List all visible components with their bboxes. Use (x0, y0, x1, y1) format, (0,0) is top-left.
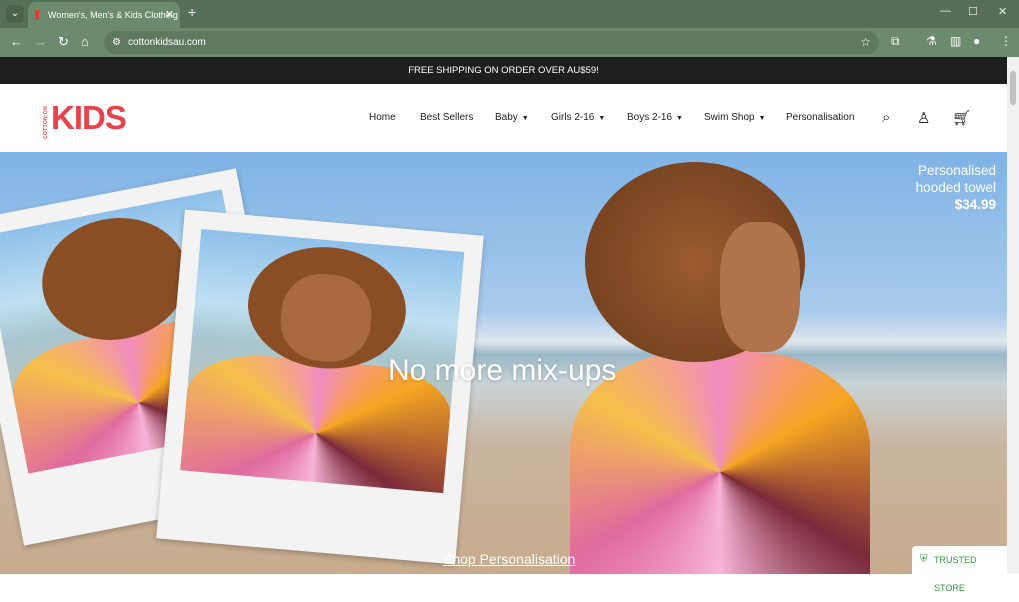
shop-personalisation-link[interactable]: Shop Personalisation (443, 551, 575, 567)
nav-baby[interactable]: Baby ▼ (495, 112, 529, 123)
promo-bar: FREE SHIPPING ON ORDER OVER AU$59! (0, 57, 1007, 84)
maximize-button[interactable]: ☐ (968, 5, 978, 18)
menu-icon[interactable]: ⋮ (1000, 34, 1012, 48)
nav-label: Baby (495, 112, 518, 123)
product-name-line1: Personalised (917, 163, 996, 178)
product-price: $34.99 (954, 197, 996, 212)
hero-banner[interactable]: No more mix-ups Personalised hooded towe… (0, 152, 1007, 574)
address-bar[interactable]: ⚙ cottonkidsau.com ☆ (104, 31, 879, 54)
reload-icon[interactable]: ↻ (58, 34, 69, 50)
nav-girls[interactable]: Girls 2-16 ▼ (551, 112, 605, 123)
nav-label: Boys 2-16 (627, 112, 673, 123)
logo-small-text: COTTON:ON (43, 106, 49, 139)
url-text: cottonkidsau.com (128, 37, 206, 48)
minimize-button[interactable]: — (940, 5, 951, 17)
caret-down-icon: ▼ (758, 115, 766, 122)
cart-icon[interactable]: 🛒︎ (952, 109, 971, 127)
hero-headline: No more mix-ups (388, 354, 617, 387)
nav-boys[interactable]: Boys 2-16 ▼ (627, 112, 683, 123)
profile-icon[interactable]: ● (973, 34, 980, 48)
browser-chrome: ⌄ Women's, Men's & Kids Clothing ✕ + — ☐… (0, 0, 1019, 57)
site-header: COTTON:ON KIDS Home Best Sellers Baby ▼ G… (0, 84, 1007, 152)
forward-icon[interactable]: → (34, 34, 47, 49)
labs-icon[interactable]: ⚗ (926, 34, 937, 48)
nav-home[interactable]: Home (369, 112, 396, 123)
side-panel-icon[interactable]: ▥ (950, 34, 961, 48)
close-tab-icon[interactable]: ✕ (165, 2, 174, 28)
new-tab-button[interactable]: + (188, 4, 196, 20)
browser-tab[interactable]: Women's, Men's & Kids Clothing ✕ (28, 2, 180, 28)
back-icon[interactable]: ← (10, 34, 23, 49)
nav-personalisation[interactable]: Personalisation (786, 112, 854, 123)
bookmark-star-icon[interactable]: ☆ (860, 31, 871, 54)
product-name-line2: hooded towel (915, 180, 996, 195)
home-icon[interactable]: ⌂ (81, 34, 89, 49)
tab-search-button[interactable]: ⌄ (6, 5, 24, 23)
logo-big-text: KIDS (51, 99, 127, 136)
page-scrollbar[interactable] (1007, 57, 1019, 574)
close-window-button[interactable]: ✕ (998, 5, 1007, 18)
trusted-store-badge[interactable]: ⛨ TRUSTED STORE (912, 546, 1007, 593)
caret-down-icon: ▼ (676, 115, 683, 122)
nav-best-sellers[interactable]: Best Sellers (420, 112, 473, 123)
nav-swim-shop[interactable]: Swim Shop ▼ (704, 112, 766, 123)
trusted-store-label: TRUSTED STORE (934, 555, 977, 593)
hero-child-image (570, 162, 900, 574)
product-label: Personalised hooded towel $34.99 (916, 162, 996, 213)
favicon-icon (35, 10, 39, 20)
caret-down-icon: ▼ (598, 115, 606, 122)
nav-label: Girls 2-16 (551, 112, 595, 123)
extensions-icon[interactable]: ⧉ (891, 34, 900, 49)
tab-title: Women's, Men's & Kids Clothing (48, 10, 178, 20)
browser-toolbar: ← → ↻ ⌂ ⚙ cottonkidsau.com ☆ ⧉ ⚗ ▥ ● ⋮ (0, 28, 1019, 57)
account-icon[interactable]: ♙ (917, 109, 930, 127)
scrollbar-thumb[interactable] (1010, 71, 1016, 105)
search-icon[interactable]: ⌕ (882, 109, 890, 126)
caret-down-icon: ▼ (521, 115, 529, 122)
tab-strip: ⌄ Women's, Men's & Kids Clothing ✕ + — ☐… (0, 0, 1019, 28)
nav-label: Swim Shop (704, 112, 755, 123)
shield-check-icon: ⛨ (920, 554, 928, 565)
site-info-icon[interactable]: ⚙ (112, 31, 121, 54)
